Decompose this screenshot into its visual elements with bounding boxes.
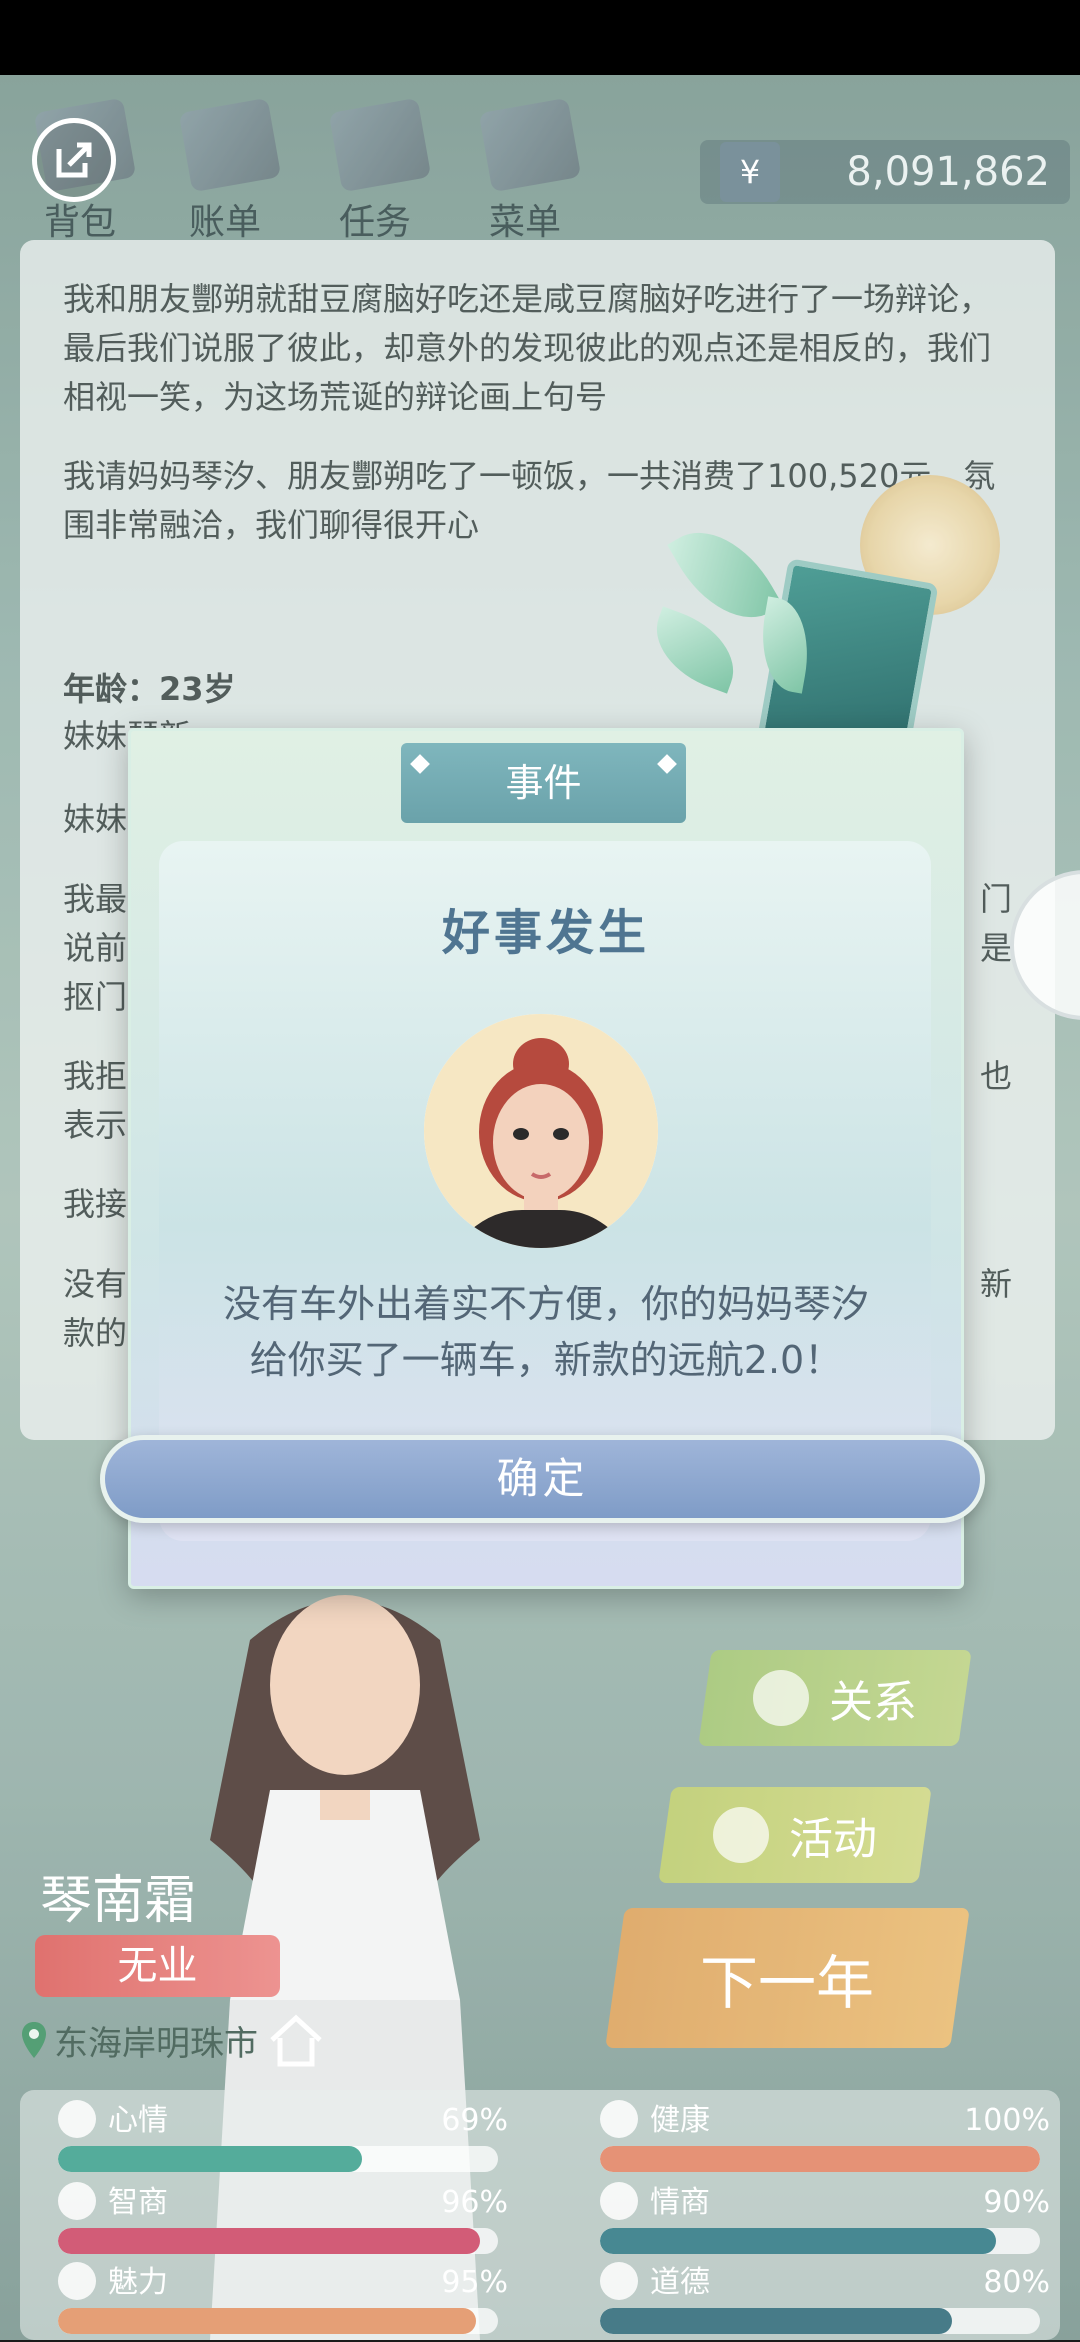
avatar-portrait [424,1014,658,1248]
dialog-message: 没有车外出着实不方便，你的妈妈琴汐 给你买了一辆车，新款的远航2.0！ [191,1276,901,1388]
dialog-message-line: 没有车外出着实不方便，你的妈妈琴汐 [222,1282,869,1326]
dialog-message-line: 给你买了一辆车，新款的远航2.0！ [249,1338,843,1382]
dialog-tab: 事件 [401,743,686,823]
dialog-title: 好事发生 [441,905,650,961]
status-bar [0,0,1080,75]
confirm-button[interactable]: 确定 [100,1435,985,1523]
mother-avatar [424,1014,658,1248]
